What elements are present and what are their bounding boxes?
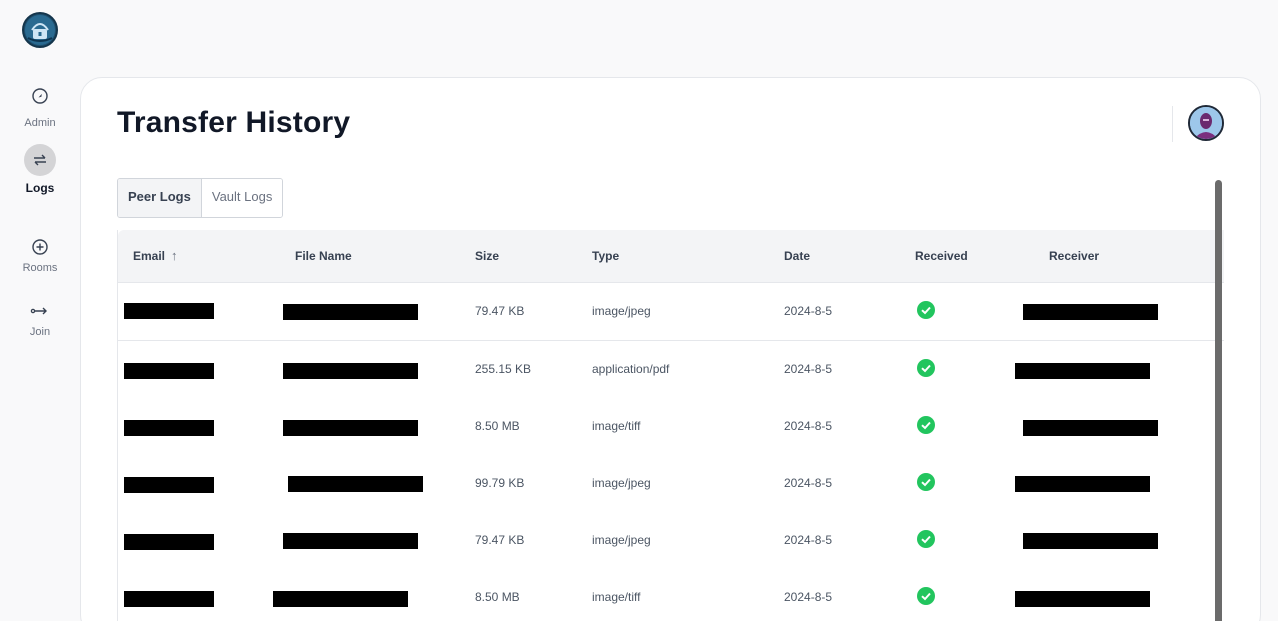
redacted-receiver <box>1023 420 1158 436</box>
redacted-file-name <box>283 533 418 549</box>
redacted-email <box>124 363 214 379</box>
avatar[interactable] <box>1188 105 1224 141</box>
size-cell: 255.15 KB <box>475 362 532 376</box>
check-circle-icon <box>917 473 935 491</box>
table-row[interactable]: 79.47 KB image/jpeg 2024-8-5 <box>118 283 1224 341</box>
size-cell: 8.50 MB <box>475 419 520 433</box>
date-cell: 2024-8-5 <box>784 476 833 490</box>
type-cell: image/jpeg <box>592 476 651 490</box>
date-cell: 2024-8-5 <box>784 304 833 318</box>
size-cell: 99.79 KB <box>475 476 525 490</box>
date-cell: 2024-8-5 <box>784 362 833 376</box>
size-cell: 79.47 KB <box>475 304 525 318</box>
sidebar-item-join[interactable]: Join <box>0 301 80 338</box>
redacted-email <box>124 303 214 319</box>
column-header-file-name[interactable]: File Name <box>295 230 352 282</box>
sidebar-item-label: Rooms <box>22 262 58 274</box>
tab-vault-logs[interactable]: Vault Logs <box>200 179 283 217</box>
join-arrow-icon <box>24 301 56 321</box>
log-tabs: Peer Logs Vault Logs <box>117 178 284 218</box>
redacted-email <box>124 591 214 607</box>
redacted-receiver <box>1015 476 1150 492</box>
redacted-email <box>124 534 214 550</box>
size-cell: 8.50 MB <box>475 590 520 604</box>
type-cell: image/jpeg <box>592 533 651 547</box>
header-divider <box>1172 106 1173 142</box>
redacted-file-name <box>283 420 418 436</box>
redacted-file-name <box>273 591 408 607</box>
compass-icon <box>24 80 56 112</box>
sidebar-item-label: Join <box>29 326 51 338</box>
check-circle-icon <box>917 416 935 434</box>
sidebar-item-rooms[interactable]: Rooms <box>0 237 80 274</box>
column-header-received[interactable]: Received <box>915 230 968 282</box>
column-header-date[interactable]: Date <box>784 230 810 282</box>
redacted-receiver <box>1015 591 1150 607</box>
table-row[interactable]: 79.47 KB image/jpeg 2024-8-5 <box>118 512 1224 570</box>
column-header-type[interactable]: Type <box>592 230 619 282</box>
type-cell: image/jpeg <box>592 304 651 318</box>
redacted-file-name <box>283 363 418 379</box>
sidebar-item-logs[interactable]: Logs <box>0 144 80 195</box>
column-header-email[interactable]: Email ↑ <box>133 230 178 282</box>
redacted-email <box>124 477 214 493</box>
table-header: Email ↑ File Name Size Type Date Received… <box>118 230 1224 283</box>
sidebar-item-admin[interactable]: Admin <box>0 80 80 129</box>
table-row[interactable]: 99.79 KB image/jpeg 2024-8-5 <box>118 455 1224 513</box>
type-cell: image/tiff <box>592 419 641 433</box>
sidebar-item-label: Logs <box>25 181 55 195</box>
type-cell: image/tiff <box>592 590 641 604</box>
redacted-receiver <box>1023 533 1158 549</box>
table-row[interactable]: 255.15 KB application/pdf 2024-8-5 <box>118 341 1224 399</box>
column-header-receiver[interactable]: Receiver <box>1049 230 1099 282</box>
tab-peer-logs[interactable]: Peer Logs <box>118 179 201 217</box>
transfer-arrows-icon <box>24 144 56 176</box>
date-cell: 2024-8-5 <box>784 590 833 604</box>
date-cell: 2024-8-5 <box>784 419 833 433</box>
type-cell: application/pdf <box>592 362 670 376</box>
main-card: Transfer History Peer Logs Vault Logs Em… <box>80 77 1261 621</box>
table-row[interactable]: 8.50 MB image/tiff 2024-8-5 <box>118 569 1224 621</box>
redacted-receiver <box>1015 363 1150 379</box>
check-circle-icon <box>917 587 935 605</box>
check-circle-icon <box>917 359 935 377</box>
plus-circle-icon <box>24 237 56 257</box>
app-logo[interactable] <box>22 12 58 48</box>
table-row[interactable]: 8.50 MB image/tiff 2024-8-5 <box>118 398 1224 456</box>
arrow-up-icon: ↑ <box>171 248 178 263</box>
redacted-email <box>124 420 214 436</box>
column-header-label: Email <box>133 249 166 263</box>
check-circle-icon <box>917 530 935 548</box>
size-cell: 79.47 KB <box>475 533 525 547</box>
sidebar-item-label: Admin <box>24 117 56 129</box>
date-cell: 2024-8-5 <box>784 533 833 547</box>
check-circle-icon <box>917 301 935 319</box>
app-window: Admin Logs Rooms Join Transfer History P… <box>0 0 1278 621</box>
page-title: Transfer History <box>117 106 351 139</box>
transfer-table: Email ↑ File Name Size Type Date Received… <box>117 230 1224 621</box>
vertical-scrollbar[interactable] <box>1215 180 1222 621</box>
redacted-file-name <box>283 304 418 320</box>
column-header-size[interactable]: Size <box>475 230 499 282</box>
redacted-file-name <box>288 476 423 492</box>
redacted-receiver <box>1023 304 1158 320</box>
